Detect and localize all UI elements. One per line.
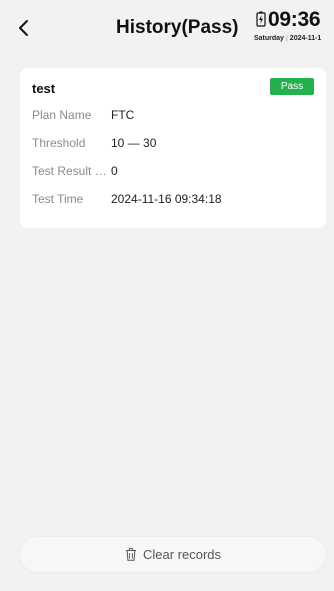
status-date: Saturday | 2024-11-1 — [254, 35, 334, 42]
field-label: Test Result V... — [32, 164, 111, 178]
trash-icon — [125, 548, 136, 561]
back-button[interactable] — [12, 16, 36, 40]
field-value: 10 — 30 — [111, 136, 157, 150]
page-title: History(Pass) — [116, 17, 239, 38]
field-row-test-result: Test Result V... 0 — [32, 164, 118, 180]
battery-charging-icon — [256, 11, 266, 27]
date-separator: | — [285, 35, 288, 42]
field-label: Plan Name — [32, 108, 92, 122]
clear-records-button[interactable]: Clear records — [20, 537, 326, 572]
status-time: 09:36 — [268, 8, 321, 31]
history-record-card[interactable]: test Pass Plan Name FTC Threshold 10 — 30 … — [20, 68, 326, 228]
status-weekday: Saturday — [254, 35, 284, 42]
record-name: test — [32, 81, 56, 96]
status-date-value: 2024-11-1 — [289, 35, 322, 42]
chevron-left-icon — [19, 20, 28, 36]
field-row-plan-name: Plan Name FTC — [32, 108, 134, 124]
field-value: FTC — [111, 108, 135, 122]
header-bar: History(Pass) 09:36 Saturday | 2024-11-1 — [0, 0, 334, 52]
field-label: Test Time — [32, 192, 84, 206]
status-badge: Pass — [270, 78, 314, 95]
field-label: Threshold — [32, 136, 86, 150]
field-row-threshold: Threshold 10 — 30 — [32, 136, 156, 152]
clear-records-label: Clear records — [142, 547, 222, 562]
field-value: 0 — [111, 164, 118, 178]
field-row-test-time: Test Time 2024-11-16 09:34:18 — [32, 192, 222, 208]
field-value: 2024-11-16 09:34:18 — [111, 192, 222, 206]
